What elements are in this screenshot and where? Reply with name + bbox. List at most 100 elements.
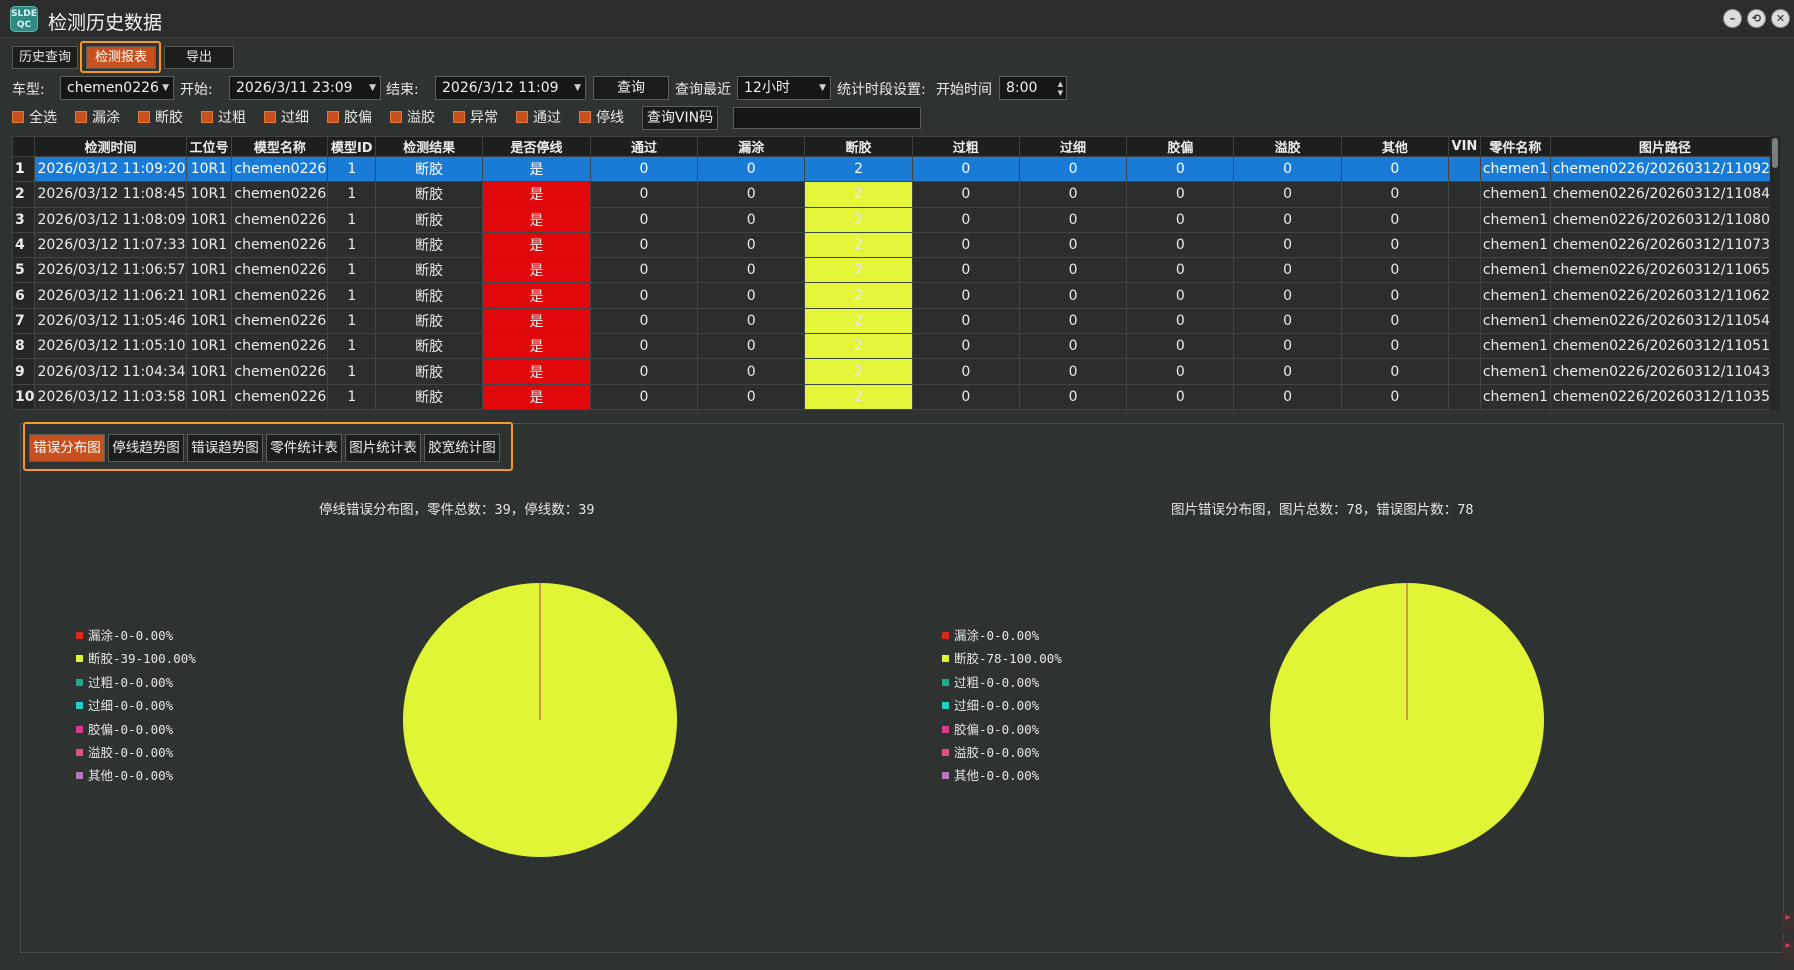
model-name-cell: chemen0226 (231, 307, 329, 335)
checkbox-abnormal[interactable]: 异常 (453, 109, 498, 127)
legend-item[interactable]: 过细-0-0.00% (76, 695, 173, 714)
legend-item[interactable]: 漏涂-0-0.00% (76, 625, 173, 644)
legend-item[interactable]: 其他-0-0.00% (942, 765, 1039, 784)
column-header[interactable]: 其他 (1340, 136, 1449, 157)
query-button[interactable]: 查询 (593, 76, 669, 100)
legend-item[interactable]: 断胶-39-100.00% (76, 648, 196, 667)
legend-item[interactable]: 溢胶-0-0.00% (942, 742, 1039, 761)
table-row[interactable]: 4 2026/03/12 11:07:33 10R1 chemen0226 1 断胶是 0 0… (11, 231, 1781, 259)
column-header[interactable]: 胶偏 (1126, 136, 1235, 157)
image-path-cell: chemen0226/20260312/110809 (1549, 206, 1781, 233)
tab-history-query[interactable]: 历史查询 (12, 46, 78, 69)
checkbox-icon (264, 111, 276, 123)
table-row[interactable]: 9 2026/03/12 11:04:34 10R1 chemen0226 1 断胶是 0 0… (11, 358, 1781, 385)
checkbox-pass[interactable]: 通过 (516, 109, 561, 127)
spin-down-icon[interactable]: ▼ (1058, 89, 1063, 97)
end-datetime-picker[interactable]: 2026/3/12 11:09 ▼ (435, 76, 586, 100)
close-button[interactable]: ✕ (1771, 9, 1790, 28)
column-header[interactable]: 是否停线 (482, 136, 591, 157)
restore-button[interactable]: ⟲ (1747, 9, 1766, 28)
legend-item[interactable]: 过粗-0-0.00% (942, 672, 1039, 691)
table-scrollbar[interactable] (1770, 136, 1780, 410)
legend-item[interactable]: 断胶-78-100.00% (942, 648, 1062, 667)
checkbox-select-all[interactable]: 全选 (12, 109, 57, 127)
column-header[interactable]: 溢胶 (1233, 136, 1342, 157)
part-name-cell: chemen1 (1479, 333, 1551, 360)
column-header[interactable]: 过细 (1018, 136, 1128, 157)
table-row[interactable]: 6 2026/03/12 11:06:21 10R1 chemen0226 1 断胶是 0 0… (11, 282, 1781, 309)
column-header[interactable]: 图片路径 (1549, 136, 1781, 157)
table-row[interactable]: 1 2026/03/12 11:09:20 10R1 chemen0226 1 断胶是 0 0… (11, 155, 1781, 183)
column-header[interactable]: 零件名称 (1479, 136, 1551, 157)
result-cell: 断胶 (375, 383, 484, 410)
column-header[interactable]: 过粗 (911, 136, 1020, 157)
legend-swatch (942, 749, 949, 756)
car-type-value: chemen0226 (67, 80, 159, 96)
table-row[interactable]: 2 2026/03/12 11:08:45 10R1 chemen0226 1 断胶是 0 0… (11, 181, 1781, 208)
checkbox-missing-coat[interactable]: 漏涂 (75, 109, 120, 127)
legend-item[interactable]: 漏涂-0-0.00% (942, 625, 1039, 644)
legend-item[interactable]: 过粗-0-0.00% (76, 672, 173, 691)
missing-coat-cell: 0 (697, 181, 806, 208)
pie-chart-stop (403, 583, 677, 857)
table-row[interactable]: 3 2026/03/12 11:08:09 10R1 chemen0226 1 断胶是 0 0… (11, 206, 1781, 233)
column-header[interactable]: 断胶 (804, 136, 913, 157)
overflow-cell: 0 (1233, 155, 1342, 183)
pass-cell: 0 (589, 383, 699, 410)
vin-cell (1447, 257, 1481, 284)
app-window: { "window": { "logo_text": "SLDE QC", "t… (0, 0, 1794, 970)
column-header[interactable]: 检测结果 (375, 136, 484, 157)
recent-range-select[interactable]: 12小时 ▼ (737, 76, 831, 100)
glue-offset-cell: 0 (1126, 155, 1235, 183)
too-thick-cell: 0 (911, 307, 1020, 335)
table-row[interactable]: 7 2026/03/12 11:05:46 10R1 chemen0226 1 断胶是 0 0… (11, 307, 1781, 335)
legend-item[interactable]: 溢胶-0-0.00% (76, 742, 173, 761)
legend-item[interactable]: 胶偏-0-0.00% (942, 719, 1039, 738)
checkbox-glue-offset[interactable]: 胶偏 (327, 109, 372, 127)
legend-label: 溢胶-0-0.00% (954, 745, 1040, 760)
column-header[interactable]: 模型名称 (231, 136, 329, 157)
checkbox-glue-break[interactable]: 断胶 (138, 109, 183, 127)
column-header[interactable]: VIN (1447, 136, 1481, 157)
scrollbar-thumb[interactable] (1772, 138, 1778, 168)
tab-export[interactable]: 导出 (164, 46, 234, 69)
side-scroll-marker[interactable]: ▸ (1782, 912, 1794, 934)
checkbox-label: 全选 (29, 110, 57, 126)
column-header[interactable]: 漏涂 (697, 136, 806, 157)
station-cell: 10R1 (185, 181, 233, 208)
legend-swatch (942, 678, 949, 686)
checkbox-too-thin[interactable]: 过细 (264, 109, 309, 127)
model-id-cell: 1 (327, 231, 377, 259)
column-header[interactable]: 模型ID (327, 136, 377, 157)
table-row[interactable]: 5 2026/03/12 11:06:57 10R1 chemen0226 1 断胶是 0 0… (11, 257, 1781, 284)
model-id-cell: 1 (327, 383, 377, 410)
vin-input[interactable] (733, 107, 921, 129)
column-header[interactable] (11, 136, 36, 157)
legend-item[interactable]: 其他-0-0.00% (76, 765, 173, 784)
start-time-spinbox[interactable]: 8:00 ▲ ▼ (999, 76, 1067, 100)
checkbox-line-stop[interactable]: 停线 (579, 109, 624, 127)
side-scroll-marker[interactable]: ▸ (1782, 940, 1794, 962)
checkbox-glue-overflow[interactable]: 溢胶 (390, 109, 435, 127)
table-row[interactable]: 10 2026/03/12 11:03:58 10R1 chemen0226 1 断胶是 0… (11, 383, 1781, 410)
detect-time-cell: 2026/03/12 11:08:45 (34, 181, 187, 208)
spin-up-icon[interactable]: ▲ (1058, 80, 1063, 88)
legend-label: 漏涂-0-0.00% (88, 628, 174, 643)
legend-item[interactable]: 过细-0-0.00% (942, 695, 1039, 714)
pass-cell: 0 (589, 231, 699, 259)
too-thin-cell: 0 (1018, 282, 1128, 309)
vin-cell (1447, 155, 1481, 183)
legend-item[interactable]: 胶偏-0-0.00% (76, 719, 173, 738)
line-stop-cell: 是 (482, 206, 591, 233)
minimize-button[interactable]: – (1723, 9, 1742, 28)
column-header[interactable]: 通过 (589, 136, 699, 157)
car-type-select[interactable]: chemen0226 ▼ (60, 76, 174, 100)
query-vin-button[interactable]: 查询VIN码 (642, 106, 718, 130)
row-number: 10 (11, 383, 36, 410)
start-datetime-picker[interactable]: 2026/3/11 23:09 ▼ (229, 76, 381, 100)
checkbox-too-thick[interactable]: 过粗 (201, 109, 246, 127)
model-id-cell: 1 (327, 257, 377, 284)
table-row[interactable]: 8 2026/03/12 11:05:10 10R1 chemen0226 1 断胶是 0 0… (11, 333, 1781, 360)
column-header[interactable]: 检测时间 (34, 136, 187, 157)
column-header[interactable]: 工位号 (185, 136, 233, 157)
